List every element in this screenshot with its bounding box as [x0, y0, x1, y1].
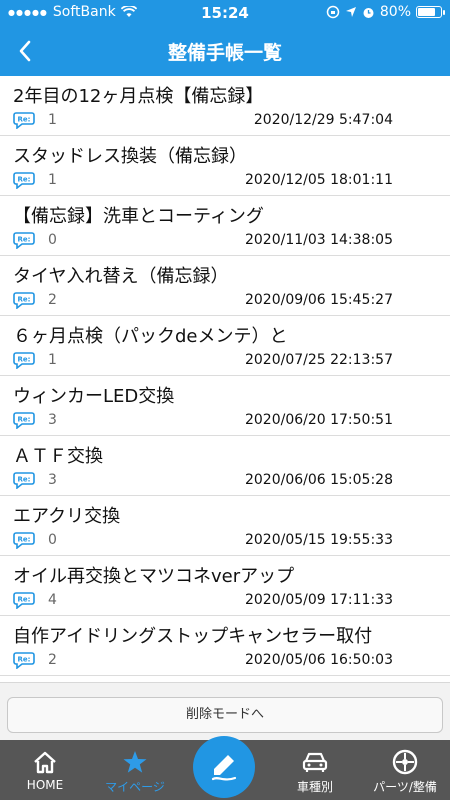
comment-re-icon: Re: [13, 532, 35, 549]
nav-bar: 整備手帳一覧 [0, 26, 450, 76]
tab-mypage[interactable]: マイページ [90, 740, 180, 800]
comment-count: 3 [48, 412, 57, 428]
record-meta: Re: 1 2020/12/29 5:47:04 [13, 111, 438, 129]
tab-home-label: HOME [26, 778, 64, 792]
compose-button[interactable] [193, 736, 255, 798]
record-meta: Re: 3 2020/06/20 17:50:51 [13, 411, 438, 429]
record-row[interactable]: 2年目の12ヶ月点検【備忘録】 Re: 1 2020/12/29 5:47:04 [0, 76, 450, 136]
tab-parts-maintenance-label: パーツ/整備 [373, 780, 437, 794]
record-meta: Re: 2 2020/09/06 15:45:27 [13, 291, 438, 309]
battery-fill [418, 8, 435, 16]
record-title: 【備忘録】洗車とコーティング [13, 206, 264, 227]
record-title: オイル再交換とマツコネverアップ [13, 566, 295, 587]
delete-mode-button[interactable]: 削除モードへ [7, 697, 443, 733]
record-title: ６ヶ月点検（パックdeメンテ）と [13, 326, 288, 347]
record-date: 2020/05/06 16:50:03 [244, 652, 393, 668]
comment-re-icon: Re: [13, 652, 35, 669]
record-row[interactable]: エアクリ交換 Re: 0 2020/05/15 19:55:33 [0, 496, 450, 556]
orientation-lock-icon [326, 5, 340, 19]
comment-count: 4 [48, 592, 57, 608]
battery-percent: 80% [379, 4, 411, 20]
home-icon [34, 751, 56, 774]
svg-text:Re:: Re: [18, 236, 31, 244]
comment-count: 1 [48, 112, 57, 128]
record-title: エアクリ交換 [13, 506, 121, 527]
comment-count: 0 [48, 232, 57, 248]
star-icon [123, 751, 147, 773]
comment-re-icon: Re: [13, 592, 35, 609]
car-icon [302, 752, 328, 772]
record-date: 2020/05/09 17:11:33 [244, 592, 393, 608]
record-meta: Re: 0 2020/11/03 14:38:05 [13, 231, 438, 249]
svg-text:Re:: Re: [18, 416, 31, 424]
record-title: スタッドレス換装（備忘録） [13, 146, 247, 167]
tab-car-model[interactable]: 車種別 [270, 740, 360, 800]
action-area: 削除モードへ [0, 682, 450, 740]
record-row[interactable]: 【備忘録】洗車とコーティング Re: 0 2020/11/03 14:38:05 [0, 196, 450, 256]
tab-mypage-label: マイページ [105, 780, 165, 794]
record-date: 2020/12/29 5:47:04 [253, 112, 393, 128]
comment-count: 2 [48, 652, 57, 668]
svg-text:Re:: Re: [18, 296, 31, 304]
tab-parts-maintenance[interactable]: パーツ/整備 [360, 740, 450, 800]
alarm-icon [363, 7, 374, 18]
record-date: 2020/05/15 19:55:33 [244, 532, 393, 548]
comment-count: 2 [48, 292, 57, 308]
svg-text:Re:: Re: [18, 176, 31, 184]
chevron-left-icon [19, 40, 31, 62]
tab-home[interactable]: HOME [0, 740, 90, 800]
pen-icon [211, 755, 237, 781]
record-meta: Re: 1 2020/07/25 22:13:57 [13, 351, 438, 369]
svg-text:Re:: Re: [18, 356, 31, 364]
wheel-icon [392, 749, 418, 775]
record-date: 2020/07/25 22:13:57 [244, 352, 393, 368]
record-meta: Re: 4 2020/05/09 17:11:33 [13, 591, 438, 609]
maintenance-record-list[interactable]: 2年目の12ヶ月点検【備忘録】 Re: 1 2020/12/29 5:47:04 スタッ… [0, 76, 450, 682]
record-date: 2020/12/05 18:01:11 [244, 172, 393, 188]
comment-count: 1 [48, 172, 57, 188]
record-date: 2020/11/03 14:38:05 [244, 232, 393, 248]
record-title: タイヤ入れ替え（備忘録） [13, 266, 229, 287]
record-row[interactable]: タイヤ入れ替え（備忘録） Re: 2 2020/09/06 15:45:27 [0, 256, 450, 316]
record-title: ＡＴＦ交換 [13, 446, 103, 467]
status-right: 80% [326, 4, 445, 20]
status-bar: ●●●●● SoftBank 15:24 80% [0, 0, 450, 26]
record-meta: Re: 3 2020/06/06 15:05:28 [13, 471, 438, 489]
location-icon [345, 7, 356, 17]
record-date: 2020/06/20 17:50:51 [244, 412, 393, 428]
comment-re-icon: Re: [13, 232, 35, 249]
comment-count: 0 [48, 532, 57, 548]
record-meta: Re: 2 2020/05/06 16:50:03 [13, 651, 438, 669]
record-date: 2020/06/06 15:05:28 [244, 472, 393, 488]
comment-re-icon: Re: [13, 112, 35, 129]
record-row[interactable]: ６ヶ月点検（パックdeメンテ）と Re: 1 2020/07/25 22:13:57 [0, 316, 450, 376]
svg-text:Re:: Re: [18, 656, 31, 664]
record-title: 2年目の12ヶ月点検【備忘録】 [13, 86, 264, 107]
page-title: 整備手帳一覧 [167, 42, 282, 64]
svg-text:Re:: Re: [18, 536, 31, 544]
record-row[interactable]: ウィンカーLED交換 Re: 3 2020/06/20 17:50:51 [0, 376, 450, 436]
comment-re-icon: Re: [13, 352, 35, 369]
battery-icon [416, 6, 445, 18]
record-meta: Re: 0 2020/05/15 19:55:33 [13, 531, 438, 549]
tab-car-model-label: 車種別 [296, 780, 333, 794]
comment-re-icon: Re: [13, 412, 35, 429]
comment-re-icon: Re: [13, 472, 35, 489]
svg-text:Re:: Re: [18, 476, 31, 484]
record-meta: Re: 1 2020/12/05 18:01:11 [13, 171, 438, 189]
record-date: 2020/09/06 15:45:27 [244, 292, 393, 308]
comment-re-icon: Re: [13, 172, 35, 189]
back-button[interactable] [8, 34, 42, 68]
record-row[interactable]: 自作アイドリングストップキャンセラー取付 Re: 2 2020/05/06 16:50… [0, 616, 450, 676]
svg-text:Re:: Re: [18, 596, 31, 604]
record-row[interactable]: スタッドレス換装（備忘録） Re: 1 2020/12/05 18:01:11 [0, 136, 450, 196]
comment-count: 1 [48, 352, 57, 368]
record-title: ウィンカーLED交換 [13, 386, 175, 407]
record-row[interactable]: ＡＴＦ交換 Re: 3 2020/06/06 15:05:28 [0, 436, 450, 496]
svg-text:Re:: Re: [18, 116, 31, 124]
record-row[interactable]: オイル再交換とマツコネverアップ Re: 4 2020/05/09 17:11:33 [0, 556, 450, 616]
comment-re-icon: Re: [13, 292, 35, 309]
comment-count: 3 [48, 472, 57, 488]
record-title: 自作アイドリングストップキャンセラー取付 [13, 626, 373, 647]
